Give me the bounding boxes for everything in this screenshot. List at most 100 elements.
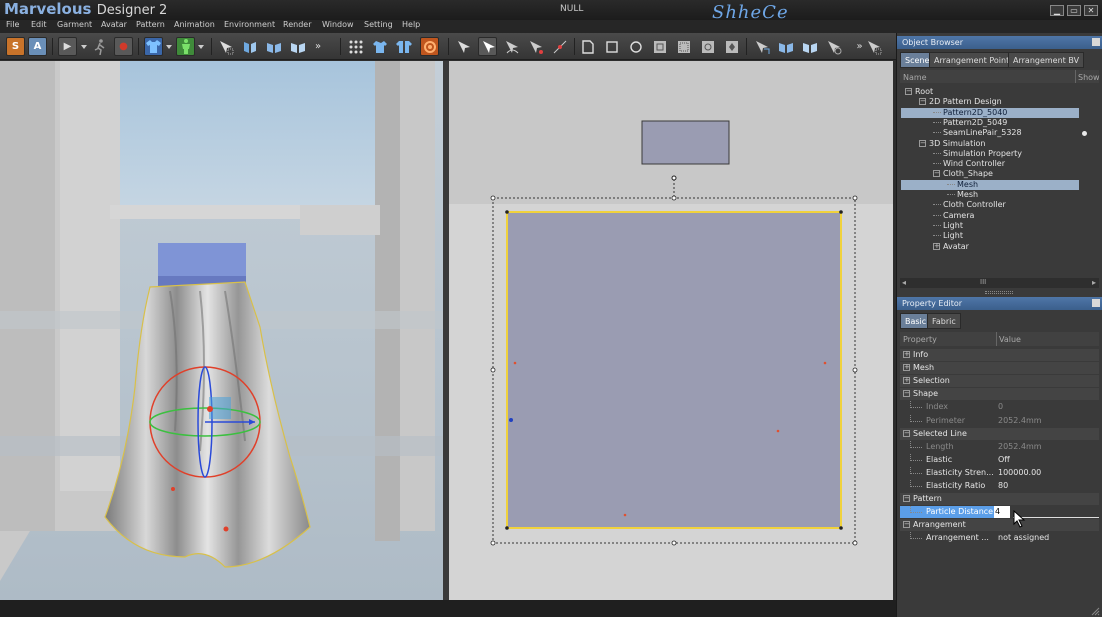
circle-icon[interactable] [626, 37, 645, 56]
column-name-header[interactable]: Name [903, 73, 927, 82]
menu-pattern[interactable]: Pattern [136, 20, 165, 29]
menu-window[interactable]: Window [322, 20, 354, 29]
property-editor-close-icon[interactable] [1092, 299, 1100, 307]
property-group[interactable]: + Selection [900, 375, 1099, 388]
pattern-small[interactable] [641, 120, 730, 165]
avatar-dropdown-icon[interactable] [197, 37, 205, 56]
menu-help[interactable]: Help [402, 20, 420, 29]
tree-item[interactable]: Light [933, 231, 963, 241]
expand-icon[interactable]: + [903, 364, 910, 372]
tree-item[interactable]: −2D Pattern Design [919, 97, 1002, 107]
rectangle-icon[interactable] [602, 37, 621, 56]
scroll-right-icon[interactable]: ▸ [1092, 278, 1096, 287]
property-group[interactable]: − Pattern [900, 493, 1099, 506]
toolbar-more-icon[interactable]: » [313, 37, 323, 56]
resize-grip-icon[interactable] [1090, 606, 1100, 616]
collapse-icon[interactable]: − [919, 98, 926, 106]
menu-edit[interactable]: Edit [31, 20, 47, 29]
property-row[interactable]: Arrangement ... not assigned [900, 532, 1099, 544]
tree-item[interactable]: Cloth Controller [933, 200, 1006, 210]
free-sewing-icon[interactable] [800, 37, 819, 56]
menu-avatar[interactable]: Avatar [101, 20, 127, 29]
collapse-icon[interactable]: − [933, 170, 940, 178]
scroll-thumb[interactable]: III [980, 278, 986, 286]
edit-curve-icon[interactable] [502, 37, 521, 56]
garment-layer-icon[interactable] [394, 37, 413, 56]
viewport-3d[interactable] [0, 61, 443, 600]
tree-item[interactable]: − Cloth_Shape [933, 169, 993, 179]
column-show-header[interactable]: Show [1078, 73, 1100, 82]
walk-pose-icon[interactable] [90, 37, 109, 56]
sewing-select-icon[interactable] [752, 37, 771, 56]
panel-resize-grip[interactable] [985, 291, 1013, 294]
select-region-icon[interactable] [864, 37, 883, 56]
close-button[interactable]: ✕ [1084, 5, 1098, 16]
pattern-large-selected[interactable] [506, 211, 842, 529]
tree-item[interactable]: Camera [933, 211, 974, 221]
property-row[interactable]: Index 0 [900, 401, 1099, 413]
column-value-header[interactable]: Value [999, 335, 1021, 344]
fold-arrangement-icon[interactable] [240, 37, 259, 56]
property-row[interactable]: Elasticity Ratio 80 [900, 480, 1099, 492]
transform-pattern-icon[interactable] [454, 37, 473, 56]
dart-icon[interactable] [722, 37, 741, 56]
object-browser-close-icon[interactable] [1092, 38, 1100, 46]
menu-render[interactable]: Render [283, 20, 311, 29]
property-group[interactable]: − Selected Line [900, 427, 1099, 440]
animation-toggle-button[interactable]: A [28, 37, 47, 56]
tree-item[interactable]: SeamLinePair_5328 [933, 128, 1022, 138]
property-row[interactable]: Elasticity Stren... 100000.00 [900, 466, 1099, 479]
tree-item[interactable]: + Avatar [933, 242, 969, 252]
particle-icon[interactable] [346, 37, 365, 56]
scroll-left-icon[interactable]: ◂ [902, 278, 906, 287]
property-group[interactable]: + Info [900, 349, 1099, 361]
tack-icon[interactable] [264, 37, 283, 56]
tree-horizontal-scrollbar[interactable]: ◂ III ▸ [900, 278, 1099, 288]
play-dropdown-icon[interactable] [80, 37, 88, 56]
tab-fabric[interactable]: Fabric [927, 313, 961, 329]
avatar-figure-icon[interactable] [176, 37, 195, 56]
tab-arrangement-point[interactable]: Arrangement Point [929, 52, 1015, 68]
tree-item[interactable]: Pattern2D_5049 [933, 118, 1007, 128]
property-group[interactable]: − Shape [900, 388, 1099, 401]
polygon-icon[interactable] [578, 37, 597, 56]
menu-environment[interactable]: Environment [224, 20, 275, 29]
menu-animation[interactable]: Animation [174, 20, 215, 29]
visibility-dot-icon[interactable] [1082, 131, 1087, 137]
garment-dropdown-icon[interactable] [165, 37, 173, 56]
expand-icon[interactable]: + [933, 242, 940, 250]
menu-file[interactable]: File [6, 20, 19, 29]
tree-item[interactable]: Mesh [947, 180, 978, 190]
internal-rectangle-icon[interactable] [674, 37, 693, 56]
internal-circle-icon[interactable] [698, 37, 717, 56]
property-group[interactable]: + Mesh [900, 362, 1099, 375]
pin-icon[interactable] [288, 37, 307, 56]
tree-item[interactable]: Wind Controller [933, 159, 1005, 169]
menu-setting[interactable]: Setting [364, 20, 393, 29]
expand-icon[interactable]: + [903, 377, 910, 385]
select-mesh-icon[interactable] [216, 37, 235, 56]
tack-on-avatar-icon[interactable] [824, 37, 843, 56]
tree-item[interactable]: Simulation Property [933, 149, 1022, 159]
viewport-2d-pattern[interactable] [449, 61, 893, 600]
collapse-icon[interactable]: − [903, 429, 910, 437]
select-point-icon[interactable] [478, 37, 497, 56]
gravity-icon[interactable] [420, 37, 439, 56]
tree-item[interactable]: − Root [905, 87, 933, 97]
tree-item[interactable]: Pattern2D_5040 [933, 108, 1007, 118]
collapse-icon[interactable]: − [905, 88, 912, 95]
restore-button[interactable]: ▭ [1067, 5, 1081, 16]
particle-distance-input[interactable]: 4 [994, 506, 1010, 519]
record-button[interactable]: ● [114, 37, 133, 56]
add-point-icon[interactable] [526, 37, 545, 56]
tab-arrangement-bv[interactable]: Arrangement BV [1008, 52, 1085, 68]
segment-sewing-icon[interactable] [776, 37, 795, 56]
expand-icon[interactable]: + [903, 351, 910, 358]
garment-up-icon[interactable] [370, 37, 389, 56]
edit-segment-icon[interactable] [550, 37, 569, 56]
tree-item[interactable]: Mesh [947, 190, 978, 200]
minimize-button[interactable]: ▁ [1050, 5, 1064, 16]
internal-polygon-icon[interactable] [650, 37, 669, 56]
property-row[interactable]: Elastic Off [900, 453, 1099, 466]
collapse-icon[interactable]: − [919, 139, 926, 147]
